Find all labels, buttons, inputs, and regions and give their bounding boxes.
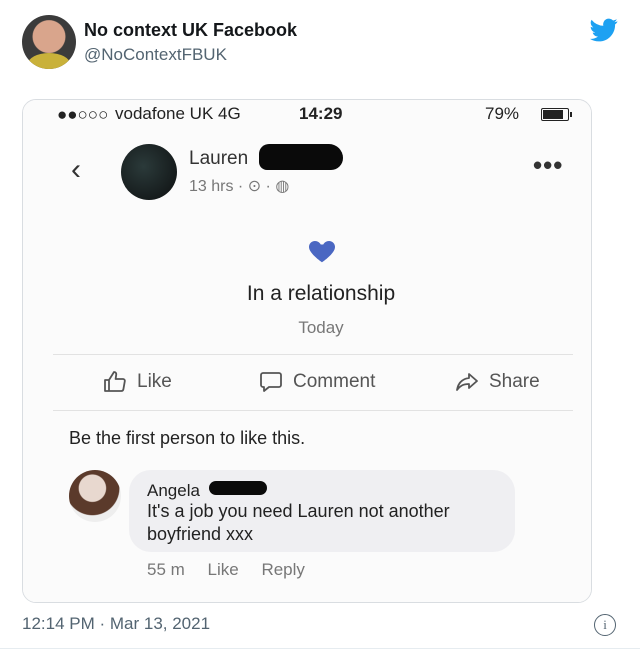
battery-percent: 79% bbox=[485, 104, 520, 123]
comment-text: It's a job you need Lauren not another b… bbox=[147, 501, 450, 544]
comment-button[interactable]: Comment bbox=[259, 370, 375, 394]
phone-status-bar: ●●○○○ vodafone UK 4G 14:29 79% bbox=[23, 100, 591, 130]
comment-like-link[interactable]: Like bbox=[208, 560, 239, 579]
event-text: In a relationship bbox=[246, 282, 396, 305]
comment-label: Comment bbox=[293, 371, 376, 392]
display-name[interactable]: No context UK Facebook bbox=[84, 20, 297, 41]
comment-actions: 55 m Like Reply bbox=[147, 560, 323, 580]
divider bbox=[0, 648, 640, 649]
divider bbox=[53, 354, 573, 355]
screenshot-card[interactable]: ●●○○○ vodafone UK 4G 14:29 79% ‹ Lauren … bbox=[22, 99, 592, 603]
comment-author[interactable]: Angela bbox=[147, 481, 200, 501]
comment-bubble: Angela It's a job you need Lauren not an… bbox=[129, 470, 515, 552]
post-author-name[interactable]: Lauren bbox=[189, 148, 248, 170]
info-icon[interactable]: i bbox=[594, 614, 616, 636]
post-author-avatar[interactable] bbox=[121, 144, 177, 200]
share-arrow-icon bbox=[456, 373, 478, 391]
post-header: ‹ Lauren 13 hrs · ⊙ · ◍ ••• bbox=[23, 130, 591, 210]
like-label: Like bbox=[137, 371, 172, 392]
divider bbox=[53, 410, 573, 411]
comment-time: 55 m bbox=[147, 560, 185, 579]
tweet-timestamp[interactable]: 12:14 PM · Mar 13, 2021 bbox=[22, 614, 210, 634]
share-label: Share bbox=[489, 371, 540, 392]
battery-icon bbox=[541, 108, 572, 121]
redaction-mark bbox=[259, 144, 343, 170]
signal-strength-icon: ●●○○○ bbox=[57, 105, 109, 124]
likes-summary: Be the first person to like this. bbox=[69, 428, 306, 448]
comment-reply-link[interactable]: Reply bbox=[261, 560, 304, 579]
embedded-facebook-screenshot: ●●○○○ vodafone UK 4G 14:29 79% ‹ Lauren … bbox=[23, 100, 591, 602]
user-handle[interactable]: @NoContextFBUK bbox=[84, 45, 227, 65]
share-button[interactable]: Share bbox=[455, 370, 540, 394]
more-options-icon[interactable]: ••• bbox=[533, 150, 563, 181]
commenter-avatar[interactable] bbox=[69, 470, 121, 522]
tweet-header: No context UK Facebook @NoContextFBUK bbox=[0, 0, 640, 95]
post-actions: Like Comment Share bbox=[23, 358, 591, 408]
like-button[interactable]: Like bbox=[103, 370, 172, 394]
comment-icon bbox=[260, 372, 282, 392]
post-meta: 13 hrs · ⊙ · ◍ bbox=[189, 178, 290, 195]
back-chevron-icon[interactable]: ‹ bbox=[71, 155, 81, 185]
phone-clock: 14:29 bbox=[299, 104, 343, 123]
thumbs-up-icon bbox=[104, 371, 126, 392]
redaction-mark bbox=[209, 481, 267, 495]
event-date: Today bbox=[298, 318, 344, 337]
heart-icon bbox=[308, 241, 336, 263]
carrier-label: vodafone UK 4G bbox=[115, 104, 241, 123]
twitter-bird-icon[interactable] bbox=[588, 16, 620, 44]
profile-avatar[interactable] bbox=[22, 15, 76, 69]
